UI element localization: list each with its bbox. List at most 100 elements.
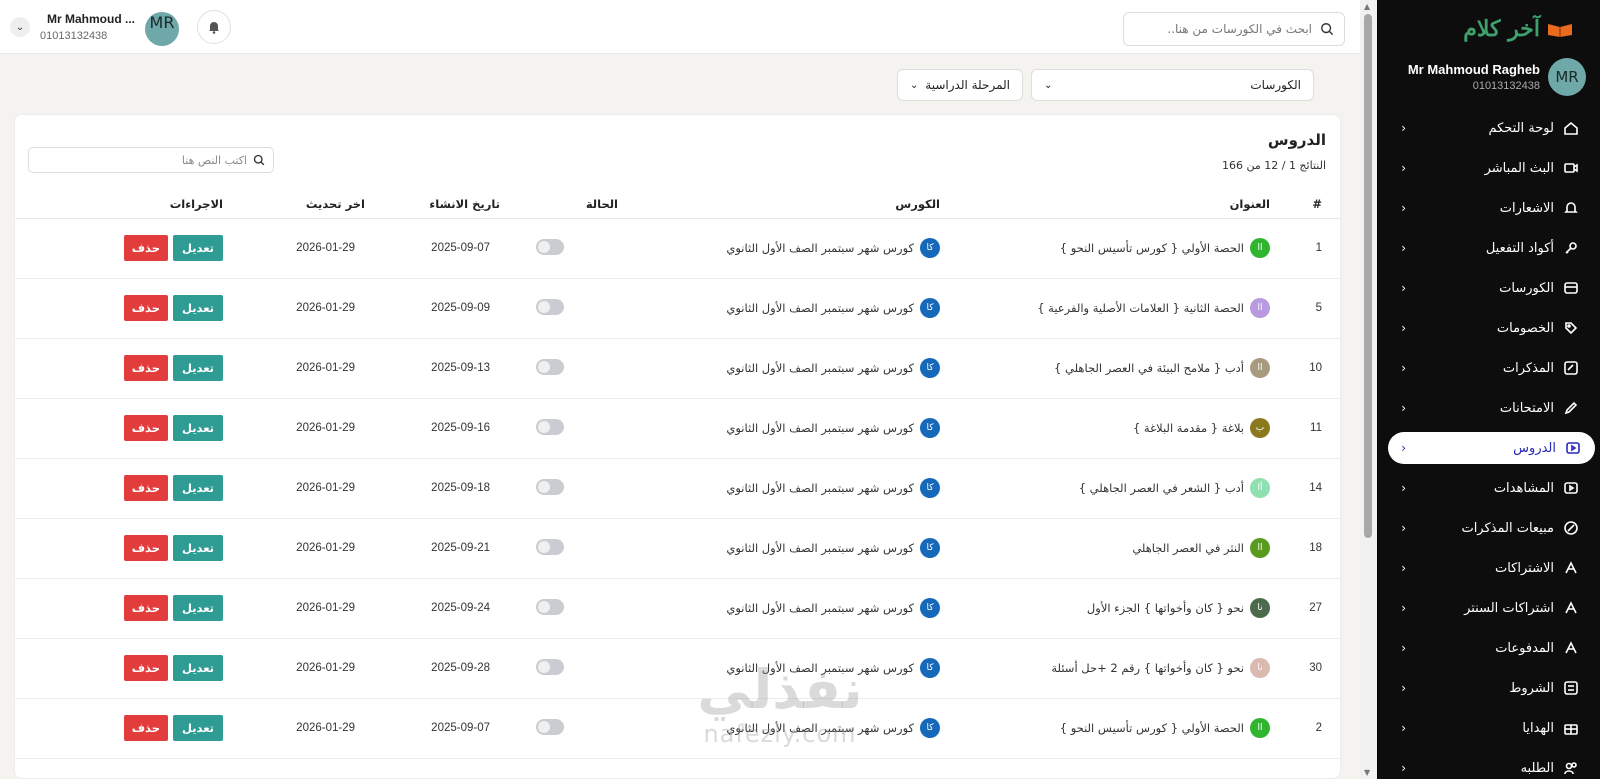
sidebar-item[interactable]: المدفوعات ‹ [1378, 628, 1600, 668]
lesson-title[interactable]: الحصة الثانية { العلامات الأصلية والفرعي… [1037, 301, 1244, 315]
course-search-box[interactable] [1123, 12, 1345, 46]
row-course-cell: كا كورس شهر سبتمبر الصف الأول الثانوي [618, 698, 940, 759]
delete-button[interactable]: حذف [124, 655, 168, 681]
sidebar-item[interactable]: المذكرات ‹ [1378, 348, 1600, 388]
chevron-left-icon: ‹ [1401, 601, 1406, 615]
page-scrollbar[interactable]: ▲ ▼ [1360, 0, 1377, 779]
scroll-down-icon[interactable]: ▼ [1364, 768, 1370, 777]
sidebar-item[interactable]: لوحة التحكم ‹ [1378, 108, 1600, 148]
sidebar-item[interactable]: الدروس ‹ [1388, 432, 1595, 464]
book-icon [1548, 24, 1572, 37]
sidebar-item-label: أكواد التفعيل [1485, 240, 1554, 256]
delete-button[interactable]: حذف [124, 475, 168, 501]
lesson-title[interactable]: أدب { ملامح البيئة في العصر الجاهلي } [1054, 361, 1244, 375]
sidebar-item[interactable]: الامتحانات ‹ [1378, 388, 1600, 428]
avatar: MR [1548, 58, 1586, 96]
sidebar-item[interactable]: الطلبه ‹ [1378, 748, 1600, 779]
sidebar-item[interactable]: المشاهدات ‹ [1378, 468, 1600, 508]
sidebar-item[interactable]: الاشتراكات ‹ [1378, 548, 1600, 588]
notifications-button[interactable] [197, 10, 231, 44]
edit-button[interactable]: تعديل [173, 235, 223, 261]
lessons-table: # العنوان الكورس الحالة تاريخ الانشاء اخ… [15, 190, 1340, 759]
top-bar: ⌄ Mr Mahmoud ... 01013132438 MR [0, 0, 1360, 54]
sidebar-item[interactable]: الكورسات ‹ [1378, 268, 1600, 308]
user-menu[interactable]: ⌄ Mr Mahmoud ... 01013132438 MR [10, 8, 231, 46]
updated-date: 2026-01-29 [233, 638, 365, 699]
delete-button[interactable]: حذف [124, 535, 168, 561]
table-search-box[interactable] [28, 147, 274, 173]
status-toggle[interactable] [536, 718, 564, 735]
row-actions-cell: تعديل حذف [15, 518, 233, 579]
course-badge: كا [920, 298, 940, 318]
delete-button[interactable]: حذف [124, 355, 168, 381]
status-toggle[interactable] [536, 358, 564, 375]
stage-filter[interactable]: المرحلة الدراسية ⌄ [897, 69, 1023, 101]
sidebar-item[interactable]: البث المباشر ‹ [1378, 148, 1600, 188]
header-course: الكورس [618, 190, 940, 219]
status-toggle[interactable] [536, 598, 564, 615]
chevron-left-icon: ‹ [1401, 441, 1406, 455]
delete-button[interactable]: حذف [124, 715, 168, 741]
lesson-title[interactable]: نحو { كان وأخواتها } رقم 2 +حل أسئلة [1051, 661, 1244, 675]
edit-button[interactable]: تعديل [173, 655, 223, 681]
lesson-title[interactable]: الحصة الأولي { كورس تأسيس النحو } [1060, 721, 1244, 735]
sidebar-item-label: الخصومات [1496, 320, 1554, 336]
table-row: 2 اا الحصة الأولي { كورس تأسيس النحو } كا كو… [15, 698, 1340, 759]
lesson-title[interactable]: نحو { كان وأخواتها } الجزء الأول [1087, 601, 1244, 615]
updated-date: 2026-01-29 [233, 398, 365, 459]
chevron-left-icon: ‹ [1401, 161, 1406, 175]
course-name: كورس شهر سبتمبر الصف الأول الثانوي [726, 481, 914, 495]
status-toggle[interactable] [536, 418, 564, 435]
edit-button[interactable]: تعديل [173, 415, 223, 441]
edit-button[interactable]: تعديل [173, 595, 223, 621]
terms-icon [1562, 679, 1580, 697]
status-toggle[interactable] [536, 538, 564, 555]
avatar[interactable]: MR [145, 12, 179, 46]
edit-button[interactable]: تعديل [173, 715, 223, 741]
sidebar-item[interactable]: الهدايا ‹ [1378, 708, 1600, 748]
delete-button[interactable]: حذف [124, 235, 168, 261]
sidebar-item[interactable]: اشتراكات السنتر ‹ [1378, 588, 1600, 628]
sidebar-item-label: المذكرات [1502, 360, 1554, 376]
sidebar-item[interactable]: مبيعات المذكرات ‹ [1378, 508, 1600, 548]
row-status-cell [500, 698, 618, 759]
chevron-down-icon[interactable]: ⌄ [10, 17, 30, 37]
edit-button[interactable]: تعديل [173, 355, 223, 381]
sidebar-item[interactable]: الشروط ‹ [1378, 668, 1600, 708]
edit-button[interactable]: تعديل [173, 535, 223, 561]
row-status-cell [500, 278, 618, 339]
edit-button[interactable]: تعديل [173, 295, 223, 321]
lesson-badge: نا [1250, 598, 1270, 618]
center-subscriptions-icon [1562, 599, 1580, 617]
sidebar-item[interactable]: الخصومات ‹ [1378, 308, 1600, 348]
status-toggle[interactable] [536, 658, 564, 675]
lesson-title[interactable]: بلاغة { مقدمة البلاغة } [1133, 421, 1244, 435]
created-date: 2025-09-07 [365, 218, 500, 279]
delete-button[interactable]: حذف [124, 415, 168, 441]
user-phone: 01013132438 [40, 30, 108, 42]
row-number: 5 [1270, 278, 1340, 339]
created-date: 2025-09-21 [365, 518, 500, 579]
status-toggle[interactable] [536, 238, 564, 255]
delete-button[interactable]: حذف [124, 295, 168, 321]
lesson-title[interactable]: النثر في العصر الجاهلي [1132, 541, 1244, 555]
bell-icon [1562, 199, 1580, 217]
lesson-title[interactable]: أدب { الشعر في العصر الجاهلي } [1079, 481, 1244, 495]
row-actions-cell: تعديل حذف [15, 278, 233, 339]
lesson-title[interactable]: الحصة الأولي { كورس تأسيس النحو } [1060, 241, 1244, 255]
chevron-left-icon: ‹ [1401, 361, 1406, 375]
sidebar-item-label: الهدايا [1522, 720, 1554, 736]
courses-filter[interactable]: الكورسات ⌄ [1031, 69, 1314, 101]
delete-button[interactable]: حذف [124, 595, 168, 621]
status-toggle[interactable] [536, 298, 564, 315]
chevron-left-icon: ‹ [1401, 521, 1406, 535]
sidebar-item[interactable]: أكواد التفعيل ‹ [1378, 228, 1600, 268]
logo[interactable]: آخر كلام [1463, 14, 1574, 44]
course-search-input[interactable] [1134, 22, 1312, 36]
scroll-up-icon[interactable]: ▲ [1364, 2, 1370, 11]
table-search-input[interactable] [37, 153, 247, 167]
scrollbar-thumb[interactable] [1364, 14, 1372, 538]
edit-button[interactable]: تعديل [173, 475, 223, 501]
status-toggle[interactable] [536, 478, 564, 495]
sidebar-item[interactable]: الاشعارات ‹ [1378, 188, 1600, 228]
